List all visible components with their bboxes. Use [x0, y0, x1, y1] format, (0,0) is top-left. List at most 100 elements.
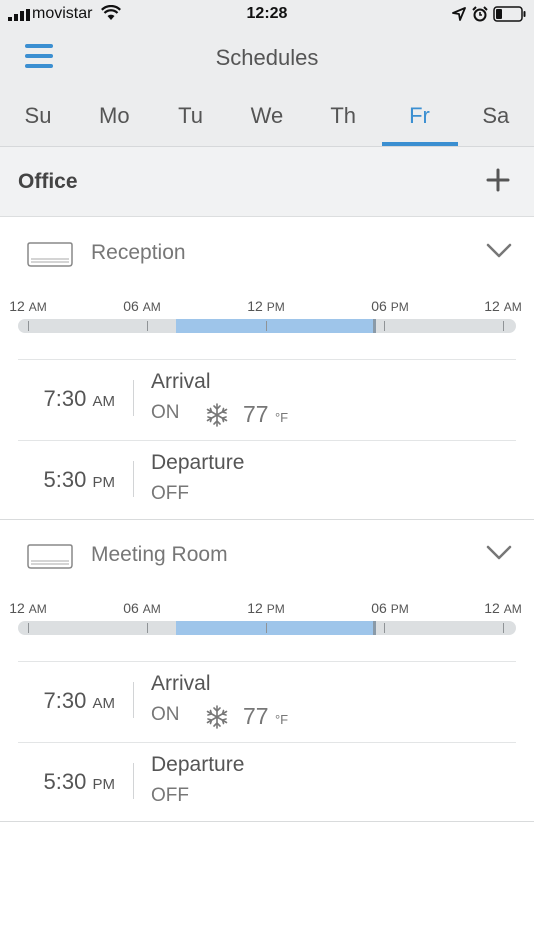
day-timeline[interactable] [18, 621, 516, 635]
event-divider [133, 763, 134, 799]
schedule-on-range [176, 319, 375, 333]
timeline-tick [503, 321, 504, 331]
timeline-hour-label: 06 AM [122, 298, 162, 314]
event-time-value: 5:30 [43, 769, 87, 794]
air-conditioner-icon [27, 242, 73, 267]
timeline-hour-label: 12 AM [8, 600, 48, 616]
event-power-state: ON [151, 402, 180, 423]
schedule-event-row[interactable]: 5:30 PM Departure OFF [18, 440, 516, 520]
timeline-hour-label: 12 PM [246, 298, 286, 314]
hour-ampm: AM [28, 602, 47, 616]
event-divider [133, 682, 134, 718]
event-power-state: OFF [151, 483, 189, 504]
timeline-hour-label: 06 AM [122, 600, 162, 616]
snowflake-icon [206, 705, 228, 729]
tab-we[interactable]: We [229, 88, 305, 147]
event-time: 7:30 AM [18, 688, 115, 714]
air-conditioner-icon [27, 544, 73, 569]
hour-number: 06 [123, 298, 139, 314]
add-icon[interactable] [486, 168, 510, 192]
event-name: Arrival [151, 672, 211, 695]
temperature-unit: °F [274, 712, 289, 727]
event-time-ampm: AM [92, 393, 116, 410]
page-title: Schedules [215, 45, 319, 70]
event-name: Departure [151, 451, 245, 474]
device-name: Reception [91, 241, 186, 264]
event-time-ampm: AM [92, 695, 116, 712]
hour-ampm: AM [28, 300, 47, 314]
event-power-state: OFF [151, 785, 189, 806]
status-bar: movistar 12:28 [0, 0, 534, 28]
hour-ampm: PM [390, 602, 409, 616]
event-name: Departure [151, 753, 245, 776]
hour-ampm: AM [503, 300, 522, 314]
device-card: Reception 12 AM 06 AM 12 PM 06 PM 12 AM 7:30 A… [0, 218, 534, 520]
snowflake-icon [206, 403, 228, 427]
hour-number: 12 [247, 298, 263, 314]
hour-ampm: PM [266, 602, 285, 616]
tab-su[interactable]: Su [0, 88, 76, 147]
timeline-tick [503, 623, 504, 633]
event-time: 5:30 PM [18, 467, 115, 493]
hour-ampm: PM [266, 300, 285, 314]
hour-ampm: AM [142, 602, 161, 616]
hour-number: 12 [9, 298, 25, 314]
hour-number: 06 [371, 600, 387, 616]
timeline-tick [265, 623, 267, 633]
tab-fr[interactable]: Fr [381, 88, 458, 147]
chevron-down-icon[interactable] [486, 545, 512, 561]
timeline-tick [384, 623, 386, 633]
event-divider [133, 461, 134, 497]
event-power-state: ON [151, 704, 180, 725]
nav-bar: Schedules [0, 28, 534, 88]
schedule-event-row[interactable]: 5:30 PM Departure OFF [18, 742, 516, 822]
event-time-ampm: PM [92, 474, 116, 491]
temperature-value: 77 [243, 703, 269, 729]
timeline-tick [384, 321, 386, 331]
timeline-hour-label: 12 AM [483, 298, 523, 314]
temperature-value: 77 [243, 401, 269, 427]
day-timeline[interactable] [18, 319, 516, 333]
device-card: Meeting Room 12 AM 06 AM 12 PM 06 PM 12 AM 7:3… [0, 520, 534, 822]
chevron-down-icon[interactable] [486, 243, 512, 259]
event-name: Arrival [151, 370, 211, 393]
device-name: Meeting Room [91, 543, 228, 566]
timeline-tick [28, 321, 29, 331]
hour-number: 12 [484, 298, 500, 314]
hour-ampm: AM [503, 602, 522, 616]
day-tabs: Su Mo Tu We Th Fr Sa [0, 88, 534, 147]
group-title: Office [18, 170, 78, 193]
schedule-end-marker [373, 621, 377, 635]
event-temperature: 77 °F [243, 703, 288, 730]
timeline-tick [265, 321, 267, 331]
event-time-value: 5:30 [43, 467, 87, 492]
hour-number: 12 [484, 600, 500, 616]
timeline-hour-label: 06 PM [370, 600, 410, 616]
tab-th[interactable]: Th [305, 88, 381, 147]
location-arrow-icon [452, 7, 466, 21]
group-header: Office [0, 147, 534, 217]
alarm-icon [472, 6, 488, 22]
event-divider [133, 380, 134, 416]
timeline-tick [146, 623, 148, 633]
schedule-event-row[interactable]: 7:30 AM Arrival ON 77 °F [18, 359, 516, 439]
battery-icon [493, 6, 526, 22]
event-time: 5:30 PM [18, 769, 115, 795]
event-time-value: 7:30 [43, 688, 87, 713]
tab-tu[interactable]: Tu [153, 88, 229, 147]
hour-number: 06 [123, 600, 139, 616]
event-time-value: 7:30 [43, 386, 87, 411]
timeline-hour-label: 12 AM [483, 600, 523, 616]
timeline-tick [146, 321, 148, 331]
schedule-on-range [176, 621, 375, 635]
hour-number: 12 [247, 600, 263, 616]
temperature-unit: °F [274, 410, 289, 425]
hour-number: 12 [9, 600, 25, 616]
schedule-event-row[interactable]: 7:30 AM Arrival ON 77 °F [18, 661, 516, 741]
tab-mo[interactable]: Mo [76, 88, 152, 147]
timeline-hour-label: 12 PM [246, 600, 286, 616]
tab-sa[interactable]: Sa [458, 88, 534, 147]
hour-ampm: AM [142, 300, 161, 314]
hour-number: 06 [371, 298, 387, 314]
timeline-hour-label: 06 PM [370, 298, 410, 314]
